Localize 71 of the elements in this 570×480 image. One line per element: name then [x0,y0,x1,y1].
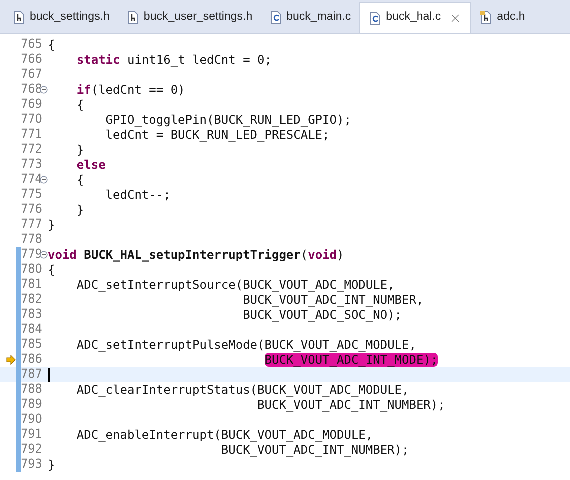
line-number: 774 [21,173,40,186]
code-line: BUCK_VOUT_ADC_INT_MODE); [264,354,438,366]
line-number: 793 [21,458,40,471]
code-line: ledCnt = BUCK_RUN_LED_PRESCALE; [104,128,330,140]
file-tab[interactable]: buck_user_settings.h [118,2,261,33]
line-number: 787 [21,368,40,381]
line-number: 778 [21,233,40,246]
file-icon [368,10,382,26]
file-icon [268,10,283,25]
file-tab[interactable]: buck_hal.c [359,2,472,33]
code-line: ADC_enableInterrupt(BUCK_VOUT_ADC_MODULE, [76,428,374,440]
code-line: ADC_setInterruptSource(BUCK_VOUT_ADC_MODULE, [76,278,395,290]
code-line: BUCK_VOUT_ADC_SOC_NO); [242,308,402,320]
code-line: static uint16_t ledCnt = 0; [76,54,272,66]
code-line: else [76,158,106,170]
line-number: 775 [21,188,40,201]
code-line: ADC_setInterruptPulseMode(BUCK_VOUT_ADC_MODULE, [76,338,416,350]
code-line: { [76,98,84,110]
collapse-icon[interactable] [40,250,48,258]
line-number: 790 [21,413,40,426]
code-line: { [48,264,56,276]
tab-label: buck_main.c [286,10,352,25]
code-line: } [76,204,84,216]
code-line: BUCK_VOUT_ADC_INT_NUMBER, [242,294,424,306]
line-number: 768 [21,83,40,96]
line-number: 769 [21,98,40,111]
code-line: void BUCK_HAL_setupInterruptTrigger(void) [48,248,344,260]
code-line: } [76,144,84,156]
line-number: 776 [21,203,40,216]
line-number: 777 [21,218,40,231]
line-number: 783 [21,308,40,321]
line-number: 786 [21,353,40,366]
tab-label: buck_hal.c [386,10,442,26]
line-number: 772 [21,143,40,156]
file-icon [479,10,494,25]
code-line: { [48,38,56,50]
code-line: ledCnt--; [104,188,171,200]
file-tab[interactable]: buck_main.c [260,2,360,33]
line-number: 791 [21,428,40,441]
tab-label: adc.h [497,10,526,25]
code-line: GPIO_togglePin(BUCK_RUN_LED_GPIO); [104,114,352,126]
line-number: 782 [21,293,40,306]
line-number: 789 [21,398,40,411]
line-number: 767 [21,68,40,81]
line-number: 785 [21,338,40,351]
line-number: 788 [21,383,40,396]
line-number: 771 [21,128,40,141]
line-number: 766 [21,53,40,66]
file-tab[interactable]: buck_settings.h [4,2,118,33]
line-number: 781 [21,278,40,291]
code-line: ADC_clearInterruptStatus(BUCK_VOUT_ADC_MODULE, [76,384,410,396]
line-number: 765 [21,38,40,51]
code-line: { [76,174,84,186]
collapse-icon[interactable] [40,176,48,184]
line-number: 780 [21,263,40,276]
line-number: 770 [21,113,40,126]
line-number: 784 [21,323,40,336]
code-line: if(ledCnt == 0) [76,84,186,96]
tab-label: buck_user_settings.h [144,10,253,25]
code-line: BUCK_VOUT_ADC_INT_NUMBER); [256,398,446,410]
file-icon [126,10,140,25]
code-line: BUCK_VOUT_ADC_INT_NUMBER); [220,444,410,456]
text-cursor [48,368,50,382]
code-line: } [48,458,56,470]
collapse-icon[interactable] [40,86,48,94]
file-tab[interactable]: adc.h [471,2,534,33]
code-line: } [48,218,56,230]
line-number: 792 [21,443,40,456]
file-icon [12,10,26,25]
line-number: 773 [21,158,40,171]
tab-label: buck_settings.h [30,10,110,25]
